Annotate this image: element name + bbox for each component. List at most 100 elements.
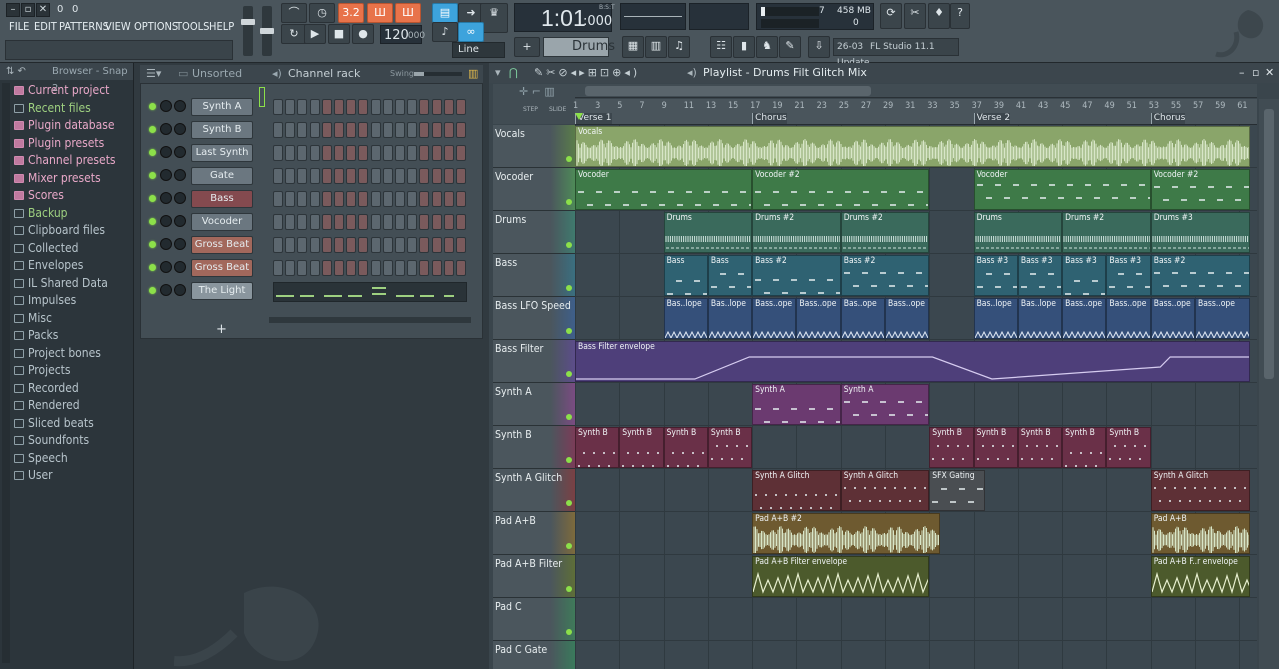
playlist-clip[interactable]: Bass	[663, 255, 708, 296]
playlist-clip[interactable]: Bass..ope	[1150, 298, 1195, 339]
step-button[interactable]	[297, 99, 308, 115]
track-lane[interactable]: Pad A+B #2 Pad A+B	[575, 512, 1257, 555]
step-button[interactable]	[309, 191, 320, 207]
channel-pan-knob[interactable]	[160, 284, 172, 296]
channel-pan-knob[interactable]	[160, 146, 172, 158]
step-button[interactable]	[358, 168, 369, 184]
step-button[interactable]	[321, 214, 332, 230]
playlist-clip[interactable]: Synth A	[840, 384, 930, 425]
step-button[interactable]	[431, 237, 442, 253]
rack-menu-icon[interactable]: ☰▾	[146, 65, 161, 83]
step-button[interactable]	[407, 191, 418, 207]
step-button[interactable]	[431, 168, 442, 184]
step-button[interactable]	[370, 168, 381, 184]
track-lane[interactable]: Vocoder Vocoder #2 Vocoder Vocoder #2	[575, 168, 1257, 211]
channel-mute-led[interactable]	[149, 241, 156, 248]
step-button[interactable]	[407, 122, 418, 138]
playlist-clip[interactable]: Bass Filter envelope	[575, 341, 1251, 382]
playlist-clip[interactable]: Bass..ope	[796, 298, 841, 339]
browser-item[interactable]: Channel presets	[14, 153, 116, 170]
step-button[interactable]	[456, 237, 466, 253]
step-button[interactable]	[443, 237, 454, 253]
browser-item[interactable]: Recorded	[14, 381, 79, 398]
playlist-clip[interactable]: Pad A+B F..r envelope	[1150, 556, 1251, 597]
record-button[interactable]: ●	[352, 24, 374, 44]
playlist-clip[interactable]: Synth B	[575, 427, 620, 468]
step-button[interactable]	[419, 214, 430, 230]
master-pitch-slider[interactable]	[260, 6, 274, 56]
track-lane[interactable]	[575, 598, 1257, 641]
browser-item[interactable]: Speech	[14, 451, 68, 468]
playlist-close-icon[interactable]: ✕	[1265, 63, 1274, 83]
track-mute-led[interactable]	[566, 328, 572, 334]
step-button[interactable]	[297, 260, 308, 276]
track-mute-led[interactable]	[566, 242, 572, 248]
step-button[interactable]	[309, 122, 320, 138]
browser-item[interactable]: Soundfonts	[14, 433, 89, 450]
step-button[interactable]	[334, 214, 344, 230]
piano-roll-window-icon[interactable]: ♫	[668, 36, 690, 58]
channel-name-button[interactable]: The Light	[191, 282, 253, 300]
step-button[interactable]	[346, 237, 357, 253]
browser-item[interactable]: Current project	[14, 83, 109, 100]
browser-item[interactable]: Collected	[14, 241, 78, 258]
playlist-clip[interactable]: Bas..lope	[707, 298, 753, 339]
channel-volume-knob[interactable]	[174, 238, 186, 250]
step-button[interactable]	[346, 214, 357, 230]
track-header[interactable]: Synth B	[493, 426, 575, 469]
step-button[interactable]	[443, 214, 454, 230]
step-button[interactable]	[285, 260, 296, 276]
step-button[interactable]	[358, 191, 369, 207]
step-button[interactable]	[443, 145, 454, 161]
track-header[interactable]: Bass	[493, 254, 575, 297]
playlist-clip[interactable]: Synth A Glitch	[752, 470, 841, 511]
step-button[interactable]	[370, 145, 381, 161]
channel-volume-knob[interactable]	[174, 169, 186, 181]
channel-pan-knob[interactable]	[160, 215, 172, 227]
mixer-window-icon[interactable]: ☷	[710, 36, 732, 58]
step-button[interactable]	[297, 168, 308, 184]
step-button[interactable]	[334, 99, 344, 115]
rack-scrollbar[interactable]	[269, 317, 471, 323]
playhead-marker[interactable]	[575, 113, 583, 120]
channel-mute-led[interactable]	[149, 218, 156, 225]
playlist-clip[interactable]: Pad A+B	[1150, 513, 1251, 554]
step-button[interactable]	[407, 168, 418, 184]
track-lane[interactable]: Drums Drums #2 Drums #2 Drums Drums #2 Drums …	[575, 211, 1257, 254]
browser-item[interactable]: Project bones	[14, 346, 101, 363]
playlist-clip[interactable]: Bass..ope	[1062, 298, 1107, 339]
step-button[interactable]	[273, 191, 283, 207]
step-button[interactable]	[297, 191, 308, 207]
step-button[interactable]	[370, 99, 381, 115]
step-button[interactable]	[431, 145, 442, 161]
section-marker[interactable]: Verse 2	[973, 113, 1011, 124]
playlist-clip[interactable]: Synth B	[1017, 427, 1063, 468]
playlist-clip[interactable]: Drums	[663, 212, 753, 253]
step-button[interactable]	[407, 260, 418, 276]
track-header[interactable]: Pad C Gate	[493, 641, 575, 669]
news-ticker[interactable]: 26-03 FL Studio 11.1 Update	[833, 38, 959, 68]
channel-name-button[interactable]: Last Synth	[191, 144, 253, 162]
channel-name-button[interactable]: Bass	[191, 190, 253, 208]
step-button[interactable]	[370, 260, 381, 276]
step-button[interactable]	[395, 168, 405, 184]
step-button[interactable]	[382, 122, 393, 138]
step-button[interactable]	[382, 99, 393, 115]
playlist-clip[interactable]: Bas..ope	[840, 298, 885, 339]
step-button[interactable]	[382, 237, 393, 253]
playlist-clip[interactable]: Vocoder	[575, 169, 753, 210]
browser-item[interactable]: Misc	[14, 311, 52, 328]
step-button[interactable]	[346, 191, 357, 207]
track-header[interactable]: Drums	[493, 211, 575, 254]
track-header[interactable]: Vocals	[493, 125, 575, 168]
playlist-clip[interactable]: Bass #3	[1106, 255, 1151, 296]
loop-record-button[interactable]: Ш	[395, 3, 421, 23]
step-button[interactable]	[395, 214, 405, 230]
menu-help[interactable]: HELP	[209, 20, 234, 36]
step-button[interactable]	[443, 191, 454, 207]
track-mute-led[interactable]	[566, 156, 572, 162]
step-button[interactable]	[285, 191, 296, 207]
step-button[interactable]	[382, 214, 393, 230]
track-header[interactable]: Bass LFO Speed	[493, 297, 575, 340]
playlist-clip[interactable]: Vocoder	[973, 169, 1151, 210]
